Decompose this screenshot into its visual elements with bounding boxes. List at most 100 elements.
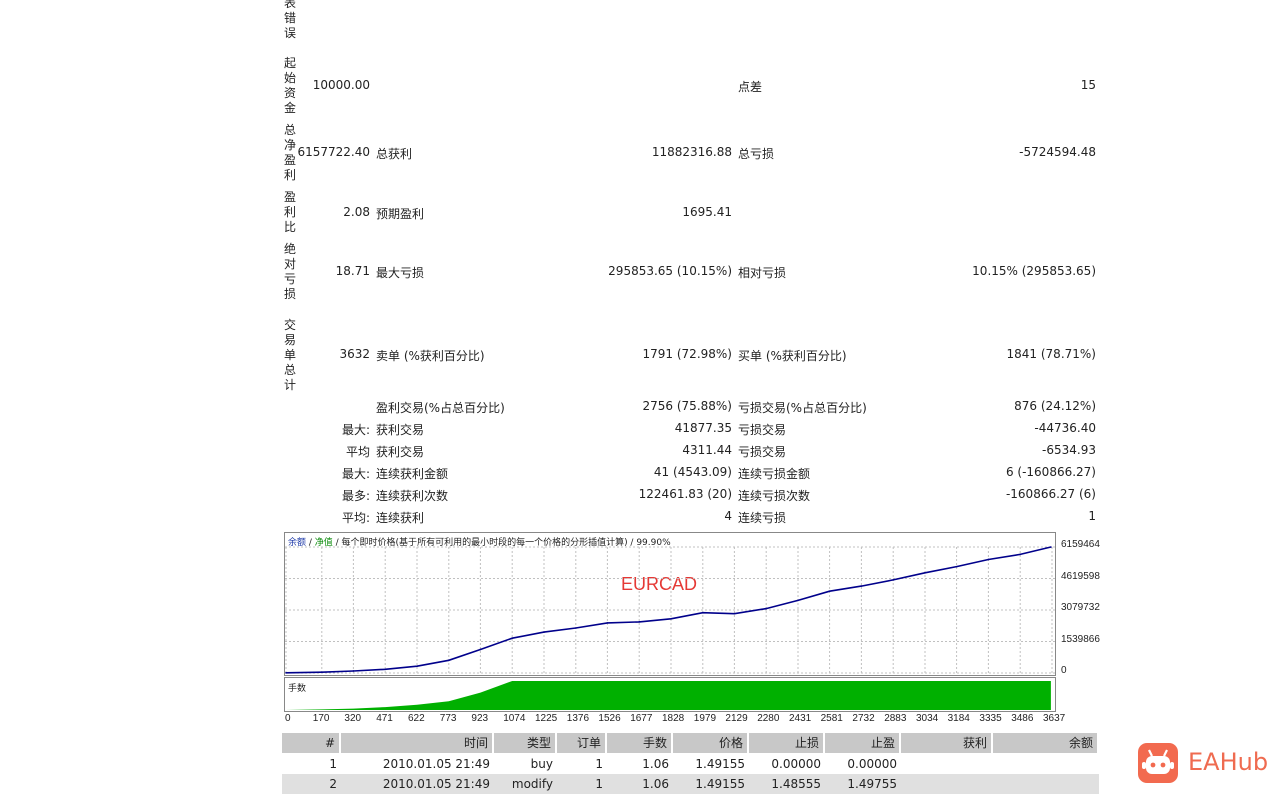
table-header-3: 订单 — [557, 733, 607, 753]
balance-chart-plot — [285, 546, 1055, 674]
balance-point-6 — [479, 648, 482, 651]
maximal-consec-win-label: 连续获利次数 — [376, 489, 449, 503]
table-header-1: 时间 — [341, 733, 494, 753]
gross-profit-value: 11882316.88 — [651, 145, 732, 159]
balance-point-12 — [670, 617, 672, 620]
x-tick-label-24: 3637 — [1043, 713, 1066, 724]
loss-trades-value: 876 (24.12%) — [1014, 399, 1096, 413]
spread-label: 点差 — [738, 80, 763, 94]
avg-consec-loss-label: 连续亏损 — [738, 511, 787, 525]
table-cell — [993, 754, 1099, 774]
balance-point-1 — [321, 671, 323, 673]
table-cell: 1.49755 — [847, 777, 897, 791]
short-positions-value: 1791 (72.98%) — [642, 347, 732, 361]
table-cell: 0.00000 — [847, 757, 897, 771]
average-row-label: 平均 — [345, 445, 370, 459]
long-positions-label: 买单 (%获利百分比) — [738, 349, 847, 363]
balance-point-14 — [733, 612, 736, 615]
balance-point-0 — [285, 671, 287, 674]
x-tick-label-14: 2129 — [725, 713, 748, 724]
avg-profit-value: 4311.44 — [682, 443, 732, 457]
table-header-2: 类型 — [494, 733, 557, 753]
avg-profit-label: 获利交易 — [376, 445, 425, 459]
balance-point-20 — [924, 571, 926, 574]
max-consec-row-label: 最大: — [341, 467, 370, 481]
table-header-0: # — [282, 733, 341, 753]
total-trades-value: 3632 — [339, 347, 370, 361]
avg-loss-value: -6534.93 — [1042, 443, 1096, 457]
x-tick-label-23: 3486 — [1011, 713, 1034, 724]
max-consec-win-value: 41 (4543.09) — [653, 465, 732, 479]
x-tick-label-6: 923 — [471, 713, 489, 724]
long-positions-value: 1841 (78.71%) — [1006, 347, 1096, 361]
table-cell: 2010.01.05 21:49 — [382, 757, 490, 771]
balance-chart: 余额 / 净值 / 每个即时价格(基于所有可利用的最小时段的每一个价格的分形插值… — [284, 532, 1056, 676]
y-tick-label-0: 6159464 — [1061, 539, 1100, 550]
brand-name: EAHub — [1188, 748, 1269, 776]
table-header-6: 止损 — [749, 733, 825, 753]
profit-trades-label: 盈利交易(%占总百分比) — [376, 401, 505, 415]
relative-drawdown-value: 10.15% (295853.65) — [972, 264, 1096, 278]
x-tick-label-5: 773 — [439, 713, 457, 724]
table-cell: modify — [511, 777, 553, 791]
largest-profit-value: 41877.35 — [674, 421, 732, 435]
avg-consec-win-label: 连续获利 — [376, 511, 425, 525]
table-cell: buy — [530, 757, 553, 771]
largest-loss-label: 亏损交易 — [738, 423, 787, 437]
balance-point-22 — [987, 558, 990, 561]
x-tick-label-19: 2883 — [884, 713, 907, 724]
x-tick-label-20: 3034 — [916, 713, 939, 724]
balance-point-15 — [765, 607, 767, 610]
x-tick-label-22: 3335 — [979, 713, 1002, 724]
x-tick-label-2: 320 — [344, 713, 362, 724]
balance-point-17 — [828, 590, 831, 592]
balance-point-4 — [416, 665, 418, 668]
x-tick-label-1: 170 — [312, 713, 330, 724]
label-errors: 表错误 — [284, 0, 297, 40]
balance-point-7 — [511, 637, 513, 640]
balance-point-11 — [638, 621, 640, 623]
x-tick-label-16: 2431 — [789, 713, 812, 724]
label-profit-factor: 盈利比 — [284, 190, 297, 234]
initial-deposit-value: 10000.00 — [312, 78, 370, 92]
max-consec-loss-value: 6 (-160866.27) — [1005, 465, 1096, 479]
balance-point-5 — [448, 659, 450, 662]
avg-consec-row-label: 平均: — [341, 511, 370, 525]
absolute-drawdown-value: 18.71 — [335, 264, 370, 278]
balance-point-3 — [384, 668, 386, 671]
x-tick-label-11: 1677 — [630, 713, 653, 724]
avg-consec-loss-value: 1 — [1088, 509, 1096, 523]
table-cell — [901, 774, 993, 794]
avg-loss-label: 亏损交易 — [738, 445, 787, 459]
relative-drawdown-label: 相对亏损 — [738, 266, 787, 280]
table-cell: 1 — [595, 777, 603, 791]
balance-point-16 — [797, 599, 799, 602]
balance-point-24 — [1050, 546, 1052, 548]
table-header-5: 价格 — [673, 733, 749, 753]
table-cell: 1.49155 — [695, 777, 745, 791]
x-tick-label-15: 2280 — [757, 713, 780, 724]
table-cell: 2 — [329, 777, 337, 791]
lots-area — [286, 681, 1051, 710]
table-cell: 1.06 — [642, 777, 669, 791]
expected-payoff-value: 1695.41 — [682, 205, 732, 219]
net-profit-value: 6157722.40 — [297, 145, 370, 159]
balance-point-13 — [702, 611, 704, 614]
max-consec-loss-label: 连续亏损金额 — [738, 467, 811, 481]
table-header-4: 手数 — [607, 733, 673, 753]
y-tick-label-4: 0 — [1061, 665, 1067, 676]
x-tick-label-10: 1526 — [598, 713, 621, 724]
maximal-consec-loss-value: -160866.27 (6) — [1005, 487, 1096, 501]
gross-loss-label: 总亏损 — [738, 147, 775, 161]
table-cell: 2010.01.05 21:49 — [382, 777, 490, 791]
y-tick-label-2: 3079732 — [1061, 602, 1100, 613]
table-cell: 0.00000 — [771, 757, 821, 771]
y-tick-label-3: 1539866 — [1061, 633, 1100, 645]
label-initial-deposit: 起始资金 — [284, 56, 297, 115]
profit-trades-value: 2756 (75.88%) — [642, 399, 732, 413]
table-header-7: 止盈 — [825, 733, 901, 753]
balance-point-2 — [352, 670, 355, 672]
max-drawdown-value: 295853.65 (10.15%) — [608, 264, 732, 278]
x-tick-label-4: 622 — [408, 713, 425, 724]
balance-point-18 — [860, 585, 863, 587]
